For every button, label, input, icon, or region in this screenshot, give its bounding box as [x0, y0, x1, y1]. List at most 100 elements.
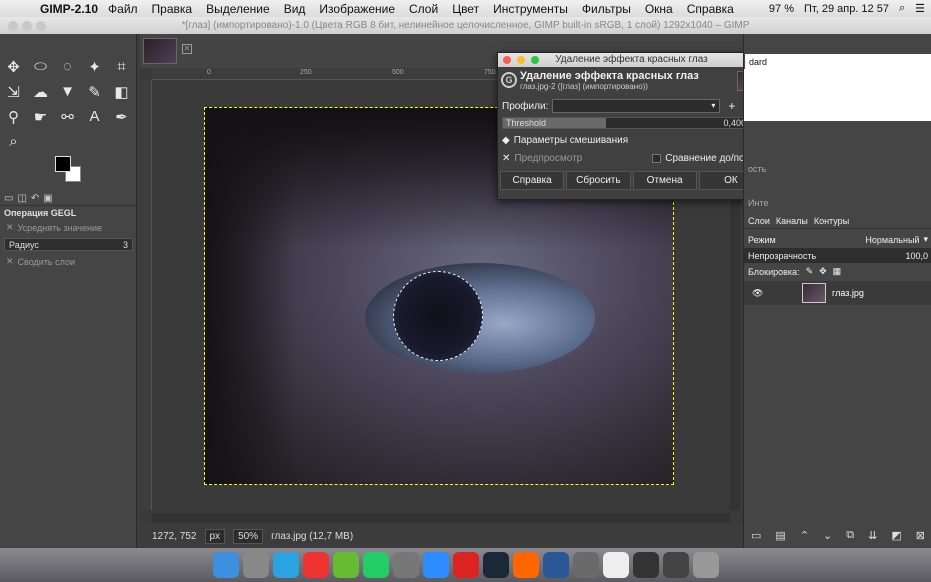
move-tool-icon[interactable]: ✥	[0, 54, 27, 79]
chevron-down-icon[interactable]: ▾	[923, 234, 928, 245]
close-tab-icon[interactable]: ✕	[182, 44, 192, 54]
search-icon[interactable]: ⌕	[899, 2, 905, 15]
dialog-titlebar[interactable]: Удаление эффекта красных глаз	[498, 53, 765, 67]
menu-select[interactable]: Выделение	[206, 2, 270, 16]
menu-edit[interactable]: Правка	[152, 2, 193, 16]
menu-help[interactable]: Справка	[687, 2, 734, 16]
warp-icon[interactable]: ☁	[27, 79, 54, 104]
lock-position-icon[interactable]: ✥	[819, 266, 827, 277]
preview-checkbox[interactable]: ✕	[502, 153, 510, 164]
foreground-color[interactable]	[55, 156, 71, 172]
acrobat-icon[interactable]	[452, 552, 479, 578]
document-icon[interactable]	[602, 552, 629, 578]
tab-channels[interactable]: Каналы	[776, 216, 808, 226]
color-swatches[interactable]	[55, 156, 85, 186]
mask-layer-icon[interactable]: ◩	[891, 529, 901, 542]
vertical-ruler[interactable]	[140, 80, 152, 510]
layer-row[interactable]: 👁 глаз.jpg	[744, 281, 931, 305]
datetime[interactable]: Пт, 29 апр. 12 57	[804, 3, 889, 15]
add-profile-icon[interactable]: +	[728, 99, 735, 113]
average-option[interactable]: ✕ Усреднять значение	[0, 220, 137, 235]
menu-layer[interactable]: Слой	[409, 2, 438, 16]
gimp-icon[interactable]	[572, 552, 599, 578]
bucket-fill-icon[interactable]: ▼	[54, 79, 81, 104]
tab-paths[interactable]: Контуры	[814, 216, 849, 226]
cancel-button[interactable]: Отмена	[632, 171, 697, 190]
merge-layer-icon[interactable]: ⇊	[868, 529, 877, 542]
smudge-icon[interactable]: ☛	[27, 104, 54, 129]
radius-spinner[interactable]: Радиус 3	[4, 238, 133, 251]
menu-filters[interactable]: Фильтры	[582, 2, 631, 16]
crop-icon[interactable]: ⌗	[108, 54, 135, 79]
unit-select[interactable]: px	[204, 528, 226, 544]
new-group-icon[interactable]: ▤	[775, 529, 785, 542]
torrent-icon[interactable]	[332, 552, 359, 578]
dialog-zoom-button[interactable]	[531, 56, 539, 64]
help-button[interactable]: Справка	[500, 171, 565, 190]
raise-layer-icon[interactable]: ⌃	[800, 529, 809, 542]
expander-icon[interactable]: ◆	[502, 135, 510, 146]
close-window-button[interactable]	[8, 21, 18, 31]
reset-button[interactable]: Сбросить	[566, 171, 631, 190]
duplicate-layer-icon[interactable]: ⧉	[846, 529, 854, 542]
brush-preset-label[interactable]: dard	[745, 54, 931, 69]
paintbrush-icon[interactable]: ✎	[81, 79, 108, 104]
lower-layer-icon[interactable]: ⌄	[823, 529, 832, 542]
trash-icon[interactable]	[692, 552, 719, 578]
images-tab-icon[interactable]: ▣	[43, 193, 52, 204]
finder-icon[interactable]	[212, 552, 239, 578]
launchpad-icon[interactable]	[242, 552, 269, 578]
opacity-value[interactable]: 100,0	[905, 251, 928, 261]
menu-tools[interactable]: Инструменты	[493, 2, 568, 16]
steam-icon[interactable]	[482, 552, 509, 578]
menu-windows[interactable]: Окна	[645, 2, 673, 16]
fuzzy-select-icon[interactable]: ✦	[81, 54, 108, 79]
blend-options-row[interactable]: ◆ Параметры смешивания	[498, 131, 765, 149]
device-status-tab-icon[interactable]: ◫	[17, 193, 26, 204]
mode-select[interactable]: Нормальный	[865, 235, 919, 245]
ellipse-select-icon[interactable]: ⬭	[27, 54, 54, 79]
menu-image[interactable]: Изображение	[319, 2, 395, 16]
word-icon[interactable]	[542, 552, 569, 578]
color-picker-icon[interactable]: ✒	[108, 104, 135, 129]
terminal-icon[interactable]	[662, 552, 689, 578]
layer-name[interactable]: глаз.jpg	[832, 288, 864, 298]
merge-option[interactable]: ✕ Сводить слои	[0, 254, 137, 269]
brush-preview[interactable]	[744, 69, 931, 121]
undo-history-tab-icon[interactable]: ↶	[31, 193, 39, 204]
profiles-select[interactable]: ▾	[552, 99, 721, 113]
new-layer-icon[interactable]: ▭	[751, 529, 761, 542]
text-tool-icon[interactable]: A	[81, 104, 108, 129]
checkbox-icon[interactable]: ✕	[6, 222, 14, 233]
tab-layers[interactable]: Слои	[748, 216, 770, 226]
radius-value[interactable]: 3	[123, 240, 128, 250]
dialog-minimize-button[interactable]	[517, 56, 525, 64]
minimize-window-button[interactable]	[22, 21, 32, 31]
threshold-slider[interactable]: Threshold 0,400	[502, 117, 761, 129]
app-menu[interactable]: GIMP-2.10	[40, 2, 98, 16]
image-tab-thumbnail[interactable]	[143, 38, 177, 64]
zoom-window-button[interactable]	[36, 21, 46, 31]
dialog-close-button[interactable]	[503, 56, 511, 64]
yandex-browser-icon[interactable]	[302, 552, 329, 578]
fl-studio-icon[interactable]	[512, 552, 539, 578]
menu-file[interactable]: Файл	[108, 2, 138, 16]
clone-icon[interactable]: ⚲	[0, 104, 27, 129]
transform-icon[interactable]: ⇲	[0, 79, 27, 104]
eye-visibility-icon[interactable]: 👁	[752, 288, 763, 299]
horizontal-scrollbar[interactable]	[152, 513, 730, 523]
lock-pixels-icon[interactable]: ✎	[806, 266, 814, 277]
activity-monitor-icon[interactable]	[632, 552, 659, 578]
eraser-icon[interactable]: ◧	[108, 79, 135, 104]
iris-selection[interactable]	[393, 271, 483, 361]
lock-alpha-icon[interactable]: ▦	[833, 266, 842, 277]
zoom-tool-icon[interactable]: ⌕	[0, 129, 27, 154]
compare-checkbox[interactable]	[652, 153, 662, 163]
menu-color[interactable]: Цвет	[452, 2, 479, 16]
checkbox-icon[interactable]: ✕	[6, 256, 14, 267]
paths-icon[interactable]: ⚯	[54, 104, 81, 129]
zoom-app-icon[interactable]	[422, 552, 449, 578]
telegram-icon[interactable]	[272, 552, 299, 578]
lasso-icon[interactable]: ◌	[54, 54, 81, 79]
menu-view[interactable]: Вид	[284, 2, 306, 16]
